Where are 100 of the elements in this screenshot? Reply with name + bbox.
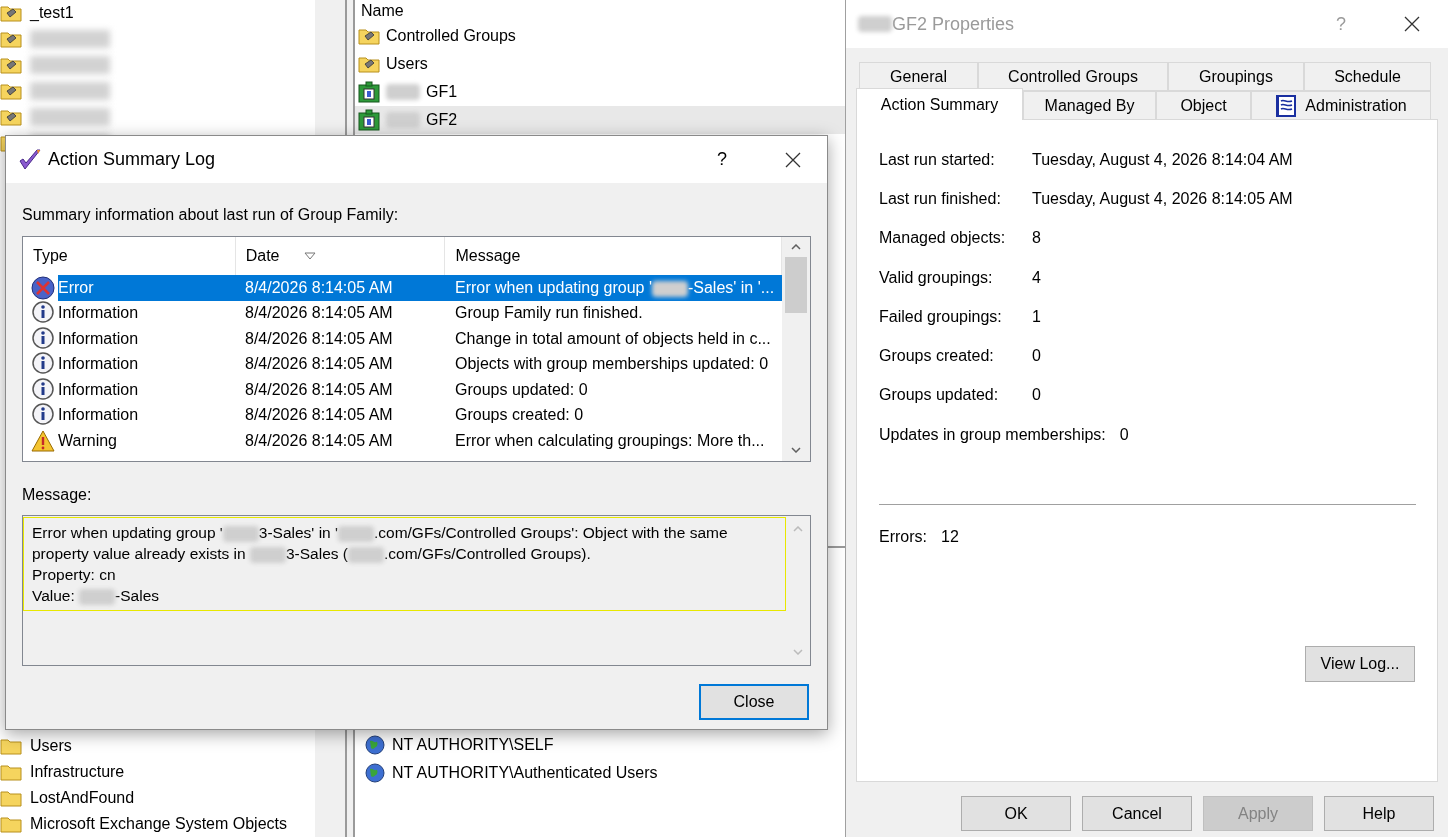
field-label: Last run started: [879, 149, 996, 170]
table-cell-text: Change in total amount of objects held in c... [454, 328, 771, 349]
table-cell-text: 8/4/2026 8:14:05 AM [244, 405, 394, 426]
folder-icon [0, 763, 22, 781]
log-row[interactable]: Information 8/4/2026 8:14:05 AM Change in total amount of objects held in c... [58, 326, 782, 352]
message-label: Message: [22, 485, 93, 505]
folder-icon [0, 737, 22, 755]
tree-item[interactable]: LostAndFound [30, 786, 135, 810]
folder-icon [0, 815, 22, 833]
log-row[interactable]: Information 8/4/2026 8:14:05 AM Group Family run finished. [58, 300, 782, 326]
list-item[interactable]: NT AUTHORITY\SELF [392, 733, 554, 757]
tab[interactable]: Schedule [1304, 62, 1431, 91]
field-label: Last run finished: [879, 188, 1002, 209]
window-title: Action Summary Log [48, 148, 216, 171]
field-label: Valid groupings: [879, 267, 994, 288]
tab[interactable]: Action Summary [856, 88, 1023, 120]
log-row[interactable]: Information 8/4/2026 8:14:05 AM Objects with group memberships updated: 0 [58, 351, 782, 377]
field-value: Tuesday, August 4, 2026 8:14:05 AM [1032, 188, 1293, 209]
list-item[interactable]: GF1 [355, 78, 845, 106]
info-icon [31, 403, 55, 428]
column-header[interactable]: Name [361, 0, 404, 23]
table-cell-text: Group Family run finished. [454, 303, 643, 324]
list-item[interactable]: Controlled Groups [355, 22, 845, 50]
field-value: Tuesday, August 4, 2026 8:14:04 AM [1032, 149, 1293, 170]
table-cell-text: 8/4/2026 8:14:05 AM [244, 303, 394, 324]
field-value: 0 [1032, 385, 1041, 406]
tab[interactable]: Groupings [1168, 62, 1304, 91]
list-item[interactable]: Users [355, 50, 845, 78]
field-label: Managed objects: [879, 228, 1007, 249]
help-glyph[interactable]: ? [717, 146, 727, 173]
info-icon [31, 377, 55, 402]
folder-gear-icon [0, 82, 22, 100]
tab[interactable]: Object [1156, 91, 1251, 120]
table-cell-text: Information [58, 405, 140, 426]
folder-gear-icon [358, 27, 380, 45]
globe-icon [365, 763, 385, 783]
table-cell-text: 8/4/2026 8:14:05 AM [244, 328, 394, 349]
table-cell-text: Information [58, 303, 140, 324]
close-button[interactable]: Close [699, 684, 809, 720]
table-cell-text: Error when updating group ' -Sales' in '... [454, 277, 775, 299]
field-label: Groups updated: [879, 385, 1000, 406]
tree-item[interactable]: _test1 [30, 1, 74, 25]
table-cell-text: Information [58, 328, 140, 349]
folder-icon [0, 789, 22, 807]
tree-item[interactable]: Users [30, 734, 72, 758]
table-cell-text: 8/4/2026 8:14:05 AM [244, 277, 394, 298]
scroll-up-icon[interactable] [791, 244, 801, 250]
globe-icon [365, 735, 385, 755]
info-icon [31, 326, 55, 351]
error-icon [31, 275, 55, 300]
field-value: 4 [1032, 267, 1041, 288]
tab[interactable]: Administration [1251, 91, 1431, 120]
table-cell-text: Error [58, 277, 95, 298]
dialog-button[interactable]: Cancel [1082, 796, 1192, 831]
tab[interactable]: Controlled Groups [978, 62, 1168, 91]
log-row[interactable]: Information 8/4/2026 8:14:05 AM Groups created: 0 [58, 402, 782, 428]
log-row[interactable]: Information 8/4/2026 8:14:05 AM Groups updated: 0 [58, 377, 782, 403]
close-icon[interactable] [785, 151, 801, 168]
scrollbar[interactable] [782, 237, 810, 461]
folder-gear-icon [0, 56, 22, 74]
tree-item[interactable]: Microsoft Exchange System Objects [30, 812, 287, 836]
dialog-button[interactable]: Help [1324, 796, 1434, 831]
view-log-button[interactable]: View Log... [1305, 646, 1415, 683]
field-value: 0 [1032, 346, 1041, 367]
field-value: 8 [1032, 228, 1041, 249]
list-item[interactable]: NT AUTHORITY\Authenticated Users [392, 761, 658, 785]
field-value: 1 [1032, 306, 1041, 327]
field-label: Failed groupings: [879, 306, 1003, 327]
scroll-thumb[interactable] [785, 257, 807, 313]
folder-gear-icon [0, 4, 22, 22]
table-cell-text: Warning [58, 430, 118, 451]
table-cell-text: Information [58, 354, 140, 375]
field-value: 0 [1119, 424, 1129, 445]
scroll-down-icon[interactable] [791, 447, 801, 453]
log-row[interactable]: Warning 8/4/2026 8:14:05 AM Error when calculating groupings: More th... [58, 428, 782, 454]
folder-gear-icon [0, 108, 22, 126]
field-label: Groups created: [879, 346, 995, 367]
field-value: 12 [941, 527, 959, 548]
tab[interactable]: Managed By [1023, 91, 1156, 120]
sort-icon [303, 252, 316, 260]
field-label: Errors: [879, 527, 927, 548]
dialog-button[interactable]: OK [961, 796, 1071, 831]
building-icon [358, 81, 380, 103]
tree-item[interactable]: Infrastructure [30, 760, 125, 784]
folder-gear-icon [358, 55, 380, 73]
table-cell-text: Groups created: 0 [454, 405, 584, 426]
table-cell-text: Objects with group memberships updated: 0 [454, 354, 769, 375]
table-cell-text: Groups updated: 0 [454, 379, 588, 400]
table-cell-text: 8/4/2026 8:14:05 AM [244, 379, 394, 400]
table-cell-text: 8/4/2026 8:14:05 AM [244, 354, 394, 375]
building-icon [358, 109, 380, 131]
message-text: Error when updating group ' 3-Sales' in ' .com/GFs/Controlled Groups': Object with the same property value already exists in 3-Sales ( .com/GFs/Controlled Groups). Property: cn Value: -Sales [23, 517, 786, 611]
window-title: GF2 Properties [858, 10, 1015, 38]
info-icon [31, 301, 55, 326]
list-item[interactable]: GF2 [355, 106, 845, 134]
folder-gear-icon [0, 30, 22, 48]
table-cell-text: Information [58, 379, 140, 400]
log-row[interactable]: Error 8/4/2026 8:14:05 AM Error when updating group ' -Sales' in '... [58, 275, 782, 301]
field-label: Updates in group memberships: [879, 424, 1106, 445]
close-icon[interactable] [1404, 16, 1420, 32]
